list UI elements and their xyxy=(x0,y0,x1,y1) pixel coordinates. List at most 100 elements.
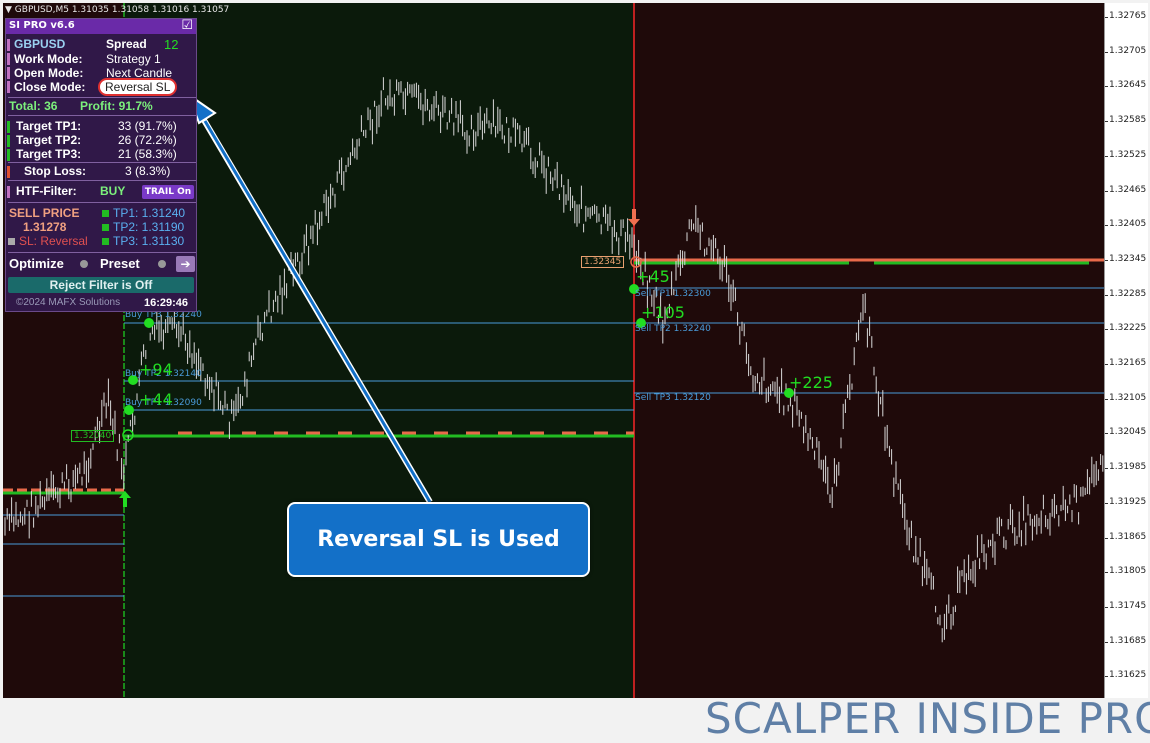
axis-tick-mark xyxy=(1105,17,1108,18)
axis-tick-label: 1.32225 xyxy=(1109,323,1147,334)
axis-tick-mark xyxy=(1105,329,1108,331)
axis-tick-mark xyxy=(1105,641,1108,643)
optimize-toggle-icon[interactable] xyxy=(80,260,88,268)
panel-title: SI PRO v6.6 xyxy=(9,20,75,31)
row-bar-tp2 xyxy=(7,135,10,147)
si-pro-panel[interactable]: SI PRO v6.6 ☑ GBPUSD Spread 12 Work Mode… xyxy=(5,17,197,312)
axis-tick-label: 1.31745 xyxy=(1109,600,1147,611)
pnl-label-105: +105 xyxy=(641,303,685,322)
row-bar-tp1 xyxy=(7,121,10,133)
next-arrow-button[interactable]: ➔ xyxy=(176,256,195,272)
axis-tick-label: 1.32165 xyxy=(1109,358,1147,368)
brand-watermark: SCALPER INSIDE PRO xyxy=(705,694,1150,743)
axis-tick-mark xyxy=(1105,676,1108,678)
tp2-value: 26 (72.2%) xyxy=(118,133,177,147)
copyright-text: ©2024 MAFX Solutions xyxy=(16,297,121,308)
buy-entry-price-tag: 1.32040 xyxy=(71,430,115,442)
tp3-price: TP3: 1.31130 xyxy=(113,234,185,248)
panel-titlebar[interactable]: SI PRO v6.6 ☑ xyxy=(6,17,196,34)
sell-price-value: 1.31278 xyxy=(23,220,67,234)
axis-tick-label: 1.31985 xyxy=(1109,462,1147,473)
pnl-label-45: +45 xyxy=(636,267,670,286)
sell-price-label: SELL PRICE xyxy=(9,206,80,220)
price-axis[interactable]: 1.32765 1.32705 1.32645 1.32585 1.32525 1.324… xyxy=(1104,3,1148,698)
tp1-price: TP1: 1.31240 xyxy=(113,206,186,220)
pnl-label-225: +225 xyxy=(789,373,833,392)
axis-tick-mark xyxy=(1105,468,1108,470)
pnl-label-44: +44 xyxy=(139,390,173,409)
tp3-value: 21 (58.3%) xyxy=(118,147,177,161)
axis-tick-mark xyxy=(1105,259,1108,261)
axis-tick-label: 1.32285 xyxy=(1109,288,1147,299)
sell-tp2-tag: Sell TP2 1.32240 xyxy=(635,324,711,334)
callout-text: Reversal SL is Used xyxy=(317,527,560,552)
tp2-label: Target TP2: xyxy=(16,133,82,147)
symbol-bar: ▼ GBPUSD,M5 1.31035 1.31058 1.31016 1.31… xyxy=(3,3,229,17)
axis-tick-label: 1.31625 xyxy=(1109,670,1147,681)
axis-tick-label: 1.32465 xyxy=(1109,184,1147,195)
sl-reversal-text: SL: Reversal xyxy=(19,234,88,248)
row-bar-htf xyxy=(7,186,10,198)
axis-tick-label: 1.32105 xyxy=(1109,392,1147,403)
row-bar-sl xyxy=(7,166,10,178)
axis-tick-label: 1.32585 xyxy=(1109,115,1147,126)
preset-label[interactable]: Preset xyxy=(100,256,140,271)
pair-label: GBPUSD xyxy=(14,37,66,51)
axis-tick-mark xyxy=(1105,51,1108,53)
row-bar-open xyxy=(7,67,10,79)
open-mode-label: Open Mode: xyxy=(14,66,84,80)
close-mode-label: Close Mode: xyxy=(14,80,86,94)
axis-tick-label: 1.31865 xyxy=(1109,531,1147,542)
axis-tick-label: 1.32405 xyxy=(1109,219,1147,230)
preset-toggle-icon[interactable] xyxy=(158,260,166,268)
stop-loss-label: Stop Loss: xyxy=(24,164,86,178)
stop-loss-value: 3 (8.3%) xyxy=(125,164,171,178)
symbol-quote: GBPUSD,M5 1.31035 1.31058 1.31016 1.3105… xyxy=(14,5,230,15)
axis-tick-label: 1.31685 xyxy=(1109,635,1147,646)
axis-tick-label: 1.32645 xyxy=(1109,80,1147,91)
reject-filter-button[interactable]: Reject Filter is Off xyxy=(8,277,194,293)
separator xyxy=(8,180,196,181)
close-mode-value[interactable]: Reversal SL xyxy=(98,78,178,96)
row-bar-work xyxy=(7,53,10,65)
axis-tick-mark xyxy=(1105,86,1108,88)
sell-entry-price-tag: 1.32345 xyxy=(581,256,625,268)
axis-tick-label: 1.32345 xyxy=(1109,253,1147,264)
sell-tp1-tag: Sell TP1 1.32300 xyxy=(635,289,711,299)
separator xyxy=(8,252,196,253)
axis-tick-mark xyxy=(1105,433,1108,435)
pnl-label-94: +94 xyxy=(139,360,173,379)
row-bar-close xyxy=(7,81,10,93)
tp2-square-icon xyxy=(102,224,109,231)
trail-button[interactable]: TRAIL On xyxy=(142,185,194,199)
htf-filter-value: BUY xyxy=(100,184,126,198)
axis-tick-mark xyxy=(1105,294,1108,296)
spread-label: Spread xyxy=(106,37,147,51)
optimize-label[interactable]: Optimize xyxy=(9,256,64,271)
total-label: Total: 36 xyxy=(9,99,58,113)
separator xyxy=(8,202,196,203)
panel-checkbox-icon[interactable]: ☑ xyxy=(181,17,193,33)
axis-tick-mark xyxy=(1105,398,1108,400)
separator xyxy=(8,97,196,98)
spread-value: 12 xyxy=(164,37,179,52)
sell-tp3-tag: Sell TP3 1.32120 xyxy=(635,393,711,403)
row-bar-pair xyxy=(7,39,10,51)
axis-tick-label: 1.32525 xyxy=(1109,149,1147,160)
row-bar-tp3 xyxy=(7,149,10,161)
axis-tick-mark xyxy=(1105,502,1108,504)
dropdown-triangle-icon[interactable]: ▼ xyxy=(5,5,15,15)
work-mode-value: Strategy 1 xyxy=(106,52,161,66)
tp1-square-icon xyxy=(102,210,109,217)
axis-tick-mark xyxy=(1105,190,1108,192)
axis-tick-mark xyxy=(1105,225,1108,227)
axis-tick-label: 1.31925 xyxy=(1109,496,1147,507)
axis-tick-mark xyxy=(1105,606,1108,608)
axis-tick-mark xyxy=(1105,155,1108,157)
tp1-value: 33 (91.7%) xyxy=(118,119,177,133)
tp3-label: Target TP3: xyxy=(16,147,82,161)
screenshot: Buy TP3 1.32240 Buy TP2 1.32140 Buy TP1 … xyxy=(0,0,1150,743)
axis-tick-mark xyxy=(1105,537,1108,539)
tp3-square-icon xyxy=(102,238,109,245)
axis-tick-label: 1.32705 xyxy=(1109,45,1147,56)
